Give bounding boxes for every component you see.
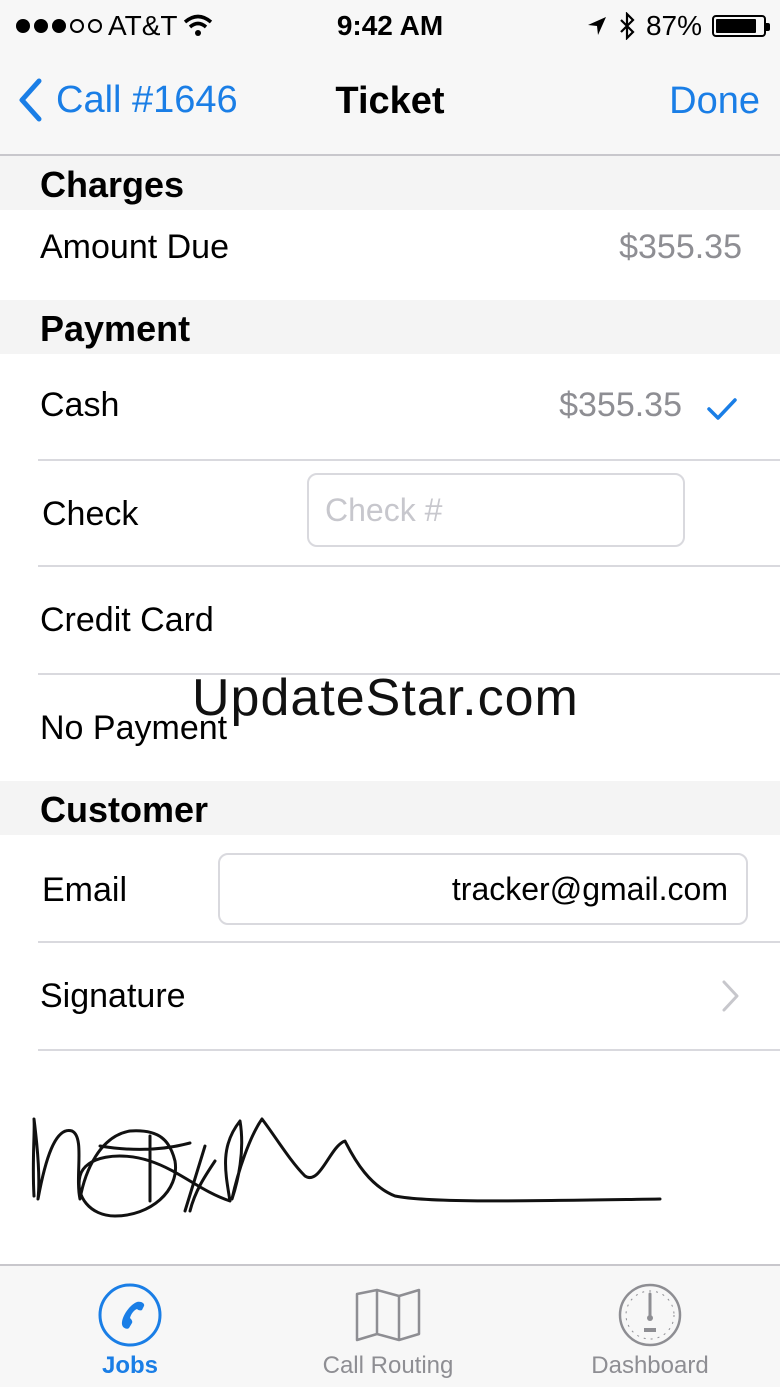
phone-circle-icon: [98, 1283, 162, 1347]
section-title-payment: Payment: [40, 308, 191, 349]
tab-jobs-label: Jobs: [101, 1352, 158, 1379]
signature-label: Signature: [40, 977, 186, 1015]
chevron-right-icon: [722, 980, 739, 1012]
gauge-icon: [618, 1283, 682, 1347]
tab-dashboard-label: Dashboard: [591, 1352, 709, 1379]
map-icon: [355, 1288, 421, 1342]
tab-call-routing[interactable]: Call Routing: [258, 1266, 518, 1387]
credit-card-label: Credit Card: [40, 601, 214, 639]
check-label: Check: [42, 495, 139, 533]
checkmark-icon: [707, 398, 737, 420]
cash-amount: $355.35: [559, 386, 682, 424]
section-title-customer: Customer: [40, 789, 209, 830]
section-header-payment: Payment: [0, 300, 780, 354]
tab-dashboard[interactable]: Dashboard: [520, 1266, 780, 1387]
section-title-charges: Charges: [40, 164, 185, 205]
amount-due-label: Amount Due: [40, 228, 229, 266]
navigation-bar: Call #1646 Ticket Done: [0, 52, 780, 156]
payment-option-no-payment[interactable]: No Payment: [0, 675, 780, 781]
check-number-input[interactable]: [307, 473, 685, 547]
location-arrow-icon: [587, 17, 606, 35]
tab-jobs[interactable]: Jobs: [0, 1266, 260, 1387]
battery-icon: [712, 15, 770, 37]
done-button[interactable]: Done: [669, 80, 760, 123]
battery-percent: 87%: [645, 10, 702, 41]
tab-bar: Jobs Call Routing Dashboard: [0, 1264, 780, 1387]
signature-drawing: [31, 1117, 662, 1218]
bluetooth-icon: [620, 12, 635, 40]
email-label: Email: [42, 871, 128, 909]
back-button[interactable]: Call #1646: [18, 78, 238, 122]
payment-option-check[interactable]: Check: [0, 461, 780, 565]
section-header-charges: Charges: [0, 156, 780, 210]
signature-pad[interactable]: [0, 1051, 780, 1264]
amount-due-row: Amount Due $355.35: [0, 210, 780, 300]
back-button-label: Call #1646: [56, 78, 238, 121]
tab-call-routing-label: Call Routing: [322, 1352, 454, 1379]
signature-row[interactable]: Signature: [0, 943, 780, 1049]
amount-due-value: $355.35: [619, 228, 742, 266]
chevron-left-icon: [19, 78, 42, 122]
email-row: Email: [0, 835, 780, 941]
section-header-customer: Customer: [0, 781, 780, 835]
payment-option-cash[interactable]: Cash $355.35: [0, 354, 780, 460]
status-bar: AT&T 9:42 AM 87%: [0, 0, 780, 52]
email-input[interactable]: [218, 853, 748, 925]
cash-label: Cash: [40, 386, 120, 424]
no-payment-label: No Payment: [40, 709, 228, 747]
payment-option-credit-card[interactable]: Credit Card: [0, 567, 780, 673]
status-right: 87%: [586, 10, 770, 42]
